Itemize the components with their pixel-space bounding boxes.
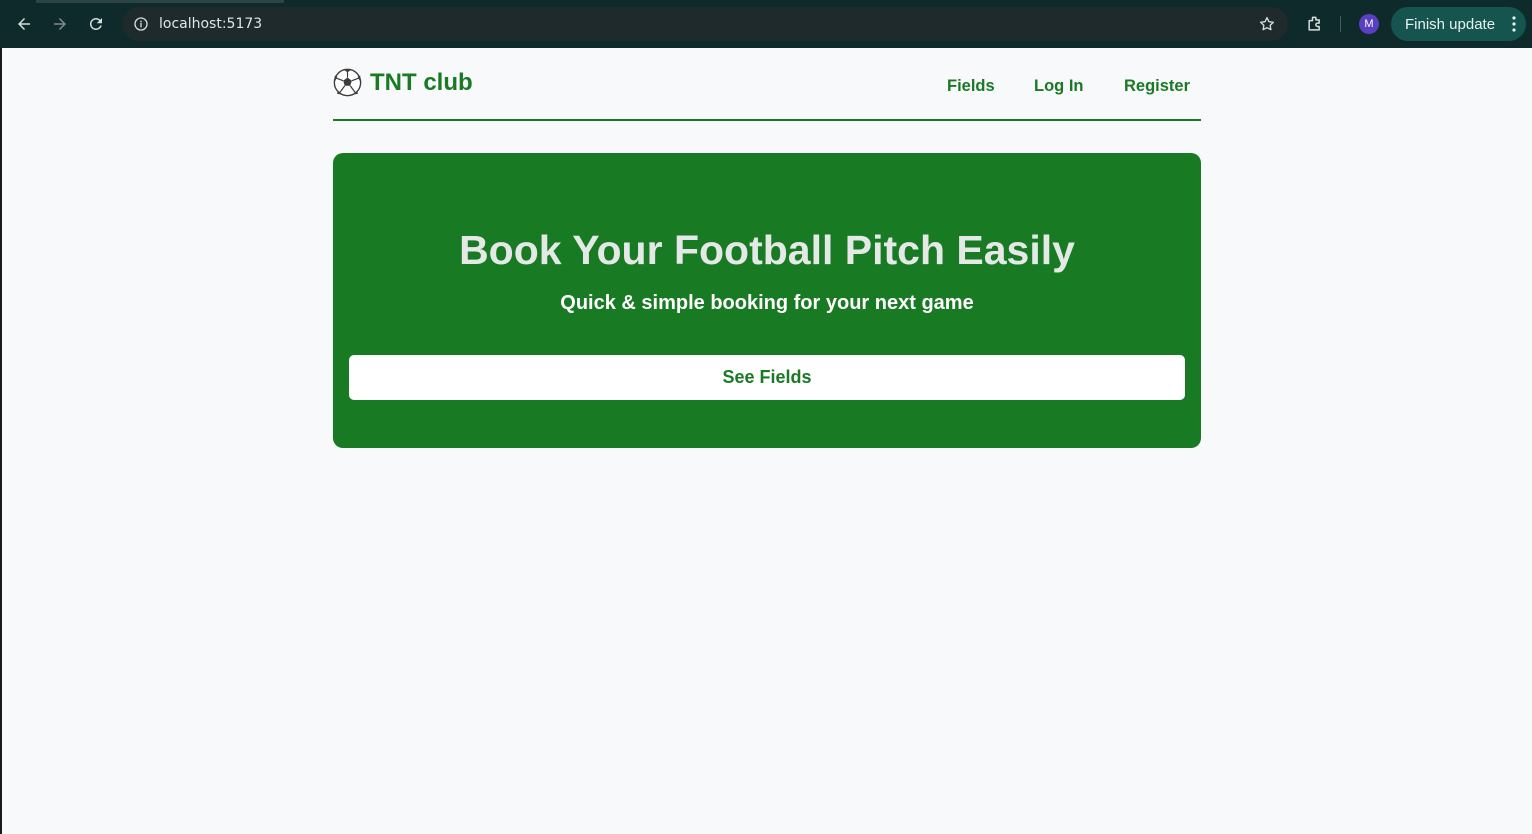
star-icon[interactable]: [1258, 15, 1276, 33]
finish-update-label: Finish update: [1405, 15, 1496, 33]
brand-logo[interactable]: TNT club: [333, 68, 473, 97]
url-text[interactable]: localhost:5173: [159, 16, 262, 32]
browser-toolbar: localhost:5173 M Finish update: [0, 0, 1532, 48]
window-edge: [0, 48, 2, 834]
forward-icon[interactable]: [48, 12, 72, 36]
hero-title: Book Your Football Pitch Easily: [459, 227, 1075, 273]
nav-link-login[interactable]: Log In: [1034, 77, 1083, 96]
address-bar[interactable]: localhost:5173: [122, 7, 1288, 41]
nav-link-register[interactable]: Register: [1124, 77, 1190, 96]
toolbar-divider: [1340, 16, 1341, 32]
back-icon[interactable]: [12, 12, 36, 36]
active-tab-indicator: [36, 0, 284, 3]
soccer-ball-icon: [333, 68, 362, 97]
see-fields-button[interactable]: See Fields: [349, 355, 1185, 400]
nav-link-fields[interactable]: Fields: [947, 77, 995, 96]
reload-icon[interactable]: [84, 12, 108, 36]
extensions-icon[interactable]: [1305, 14, 1325, 34]
site-header: TNT club Fields Log In Register: [333, 48, 1201, 121]
info-icon[interactable]: [132, 15, 150, 33]
more-icon: [1512, 16, 1516, 32]
hero-banner: Book Your Football Pitch Easily Quick & …: [333, 153, 1201, 448]
hero-subtitle: Quick & simple booking for your next gam…: [560, 292, 974, 314]
finish-update-button[interactable]: Finish update: [1391, 7, 1526, 41]
profile-avatar[interactable]: M: [1359, 14, 1379, 34]
brand-name: TNT club: [370, 68, 473, 96]
